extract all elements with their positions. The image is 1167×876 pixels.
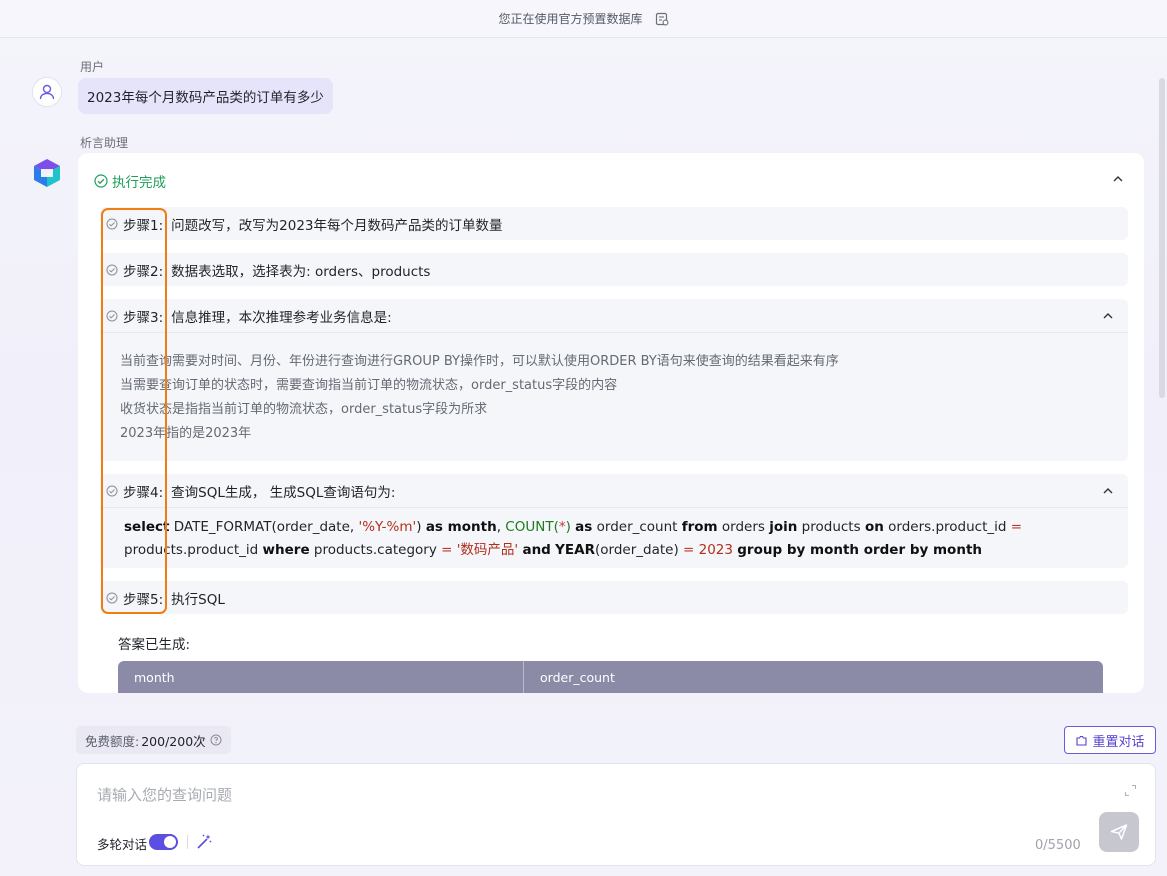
sql-token: orders.product_id xyxy=(883,519,1011,535)
sql-token: join xyxy=(769,519,798,535)
step-1[interactable]: 步骤1: 问题改写，改写为2023年每个月数码产品类的订单数量 xyxy=(100,207,1128,240)
sql-token: '%Y-%m' xyxy=(358,519,417,535)
step-title: 执行SQL xyxy=(171,591,225,608)
db-notice-text: 您正在使用官方预置数据库 xyxy=(498,12,643,26)
reset-conversation-button[interactable]: 重置对话 xyxy=(1064,726,1156,754)
reasoning-line: 收货状态是指指当前订单的物流状态，order_status字段为所求 xyxy=(120,402,488,417)
sql-token: products xyxy=(797,519,865,535)
sql-token: * xyxy=(558,519,566,535)
sql-token: 2023 xyxy=(698,542,733,558)
sql-token: products.category xyxy=(309,542,442,558)
generated-sql: select DATE_FORMAT(order_date, '%Y-%m') … xyxy=(100,507,1128,562)
step-labels-highlight-box xyxy=(101,208,167,614)
toolbar-divider xyxy=(187,835,188,849)
sql-token: from xyxy=(681,519,718,535)
query-input[interactable] xyxy=(97,786,1097,804)
assistant-answer-card: 执行完成 步骤1: 问题改写，改写为2023年每个月数码产品类的订单数量 步骤2… xyxy=(78,153,1144,693)
magic-wand-icon[interactable] xyxy=(195,833,213,851)
sql-token: ) xyxy=(416,519,426,535)
sql-token: (order_date) xyxy=(594,542,683,558)
query-composer: 多轮对话 0/5500 xyxy=(76,763,1156,866)
step-title: 信息推理，本次推理参考业务信息是: xyxy=(171,309,392,326)
user-question-text: 2023年每个月数码产品类的订单有多少 xyxy=(87,90,324,106)
top-notice-bar: 您正在使用官方预置数据库 xyxy=(0,0,1167,38)
assistant-logo-icon xyxy=(33,158,61,188)
step-5[interactable]: 步骤5: 执行SQL xyxy=(100,581,1128,614)
user-message-bubble: 2023年每个月数码产品类的订单有多少 xyxy=(78,78,333,114)
status-text: 执行完成 xyxy=(112,175,166,191)
sql-token: group by month order by month xyxy=(737,542,983,558)
answer-generated-label: 答案已生成: xyxy=(118,637,191,653)
reasoning-line: 当需要查询订单的状态时，需要查询指当前订单的物流状态，order_status字… xyxy=(120,378,618,393)
expand-icon[interactable] xyxy=(1124,784,1137,797)
step-title: 问题改写，改写为2023年每个月数码产品类的订单数量 xyxy=(171,217,503,234)
chat-scrollbar[interactable] xyxy=(1155,38,1167,692)
column-header-order-count[interactable]: order_count xyxy=(524,661,1103,693)
sql-token: = xyxy=(441,542,453,558)
reset-icon xyxy=(1076,735,1088,746)
execution-status: 执行完成 xyxy=(94,171,166,191)
reset-label: 重置对话 xyxy=(1092,734,1145,750)
help-circle-icon[interactable] xyxy=(210,734,222,746)
sql-token: DATE_FORMAT(order_date, xyxy=(169,519,359,535)
chevron-up-icon[interactable] xyxy=(1112,173,1124,185)
multi-turn-toggle[interactable] xyxy=(149,834,178,850)
chevron-up-icon[interactable] xyxy=(1102,310,1114,322)
column-header-month[interactable]: month xyxy=(118,661,524,693)
sql-token: COUNT xyxy=(505,519,554,535)
send-button[interactable] xyxy=(1099,812,1139,852)
assistant-role-label: 析言助理 xyxy=(80,136,129,150)
chevron-up-icon[interactable] xyxy=(1102,485,1114,497)
sql-token: , xyxy=(496,519,506,535)
step-title: 查询SQL生成， 生成SQL查询语句为: xyxy=(171,484,396,501)
step-2[interactable]: 步骤2: 数据表选取，选择表为: orders、products xyxy=(100,253,1128,286)
reasoning-line: 当前查询需要对时间、月份、年份进行查询进行GROUP BY操作时，可以默认使用O… xyxy=(120,354,839,369)
quota-label: 免费额度: xyxy=(85,733,140,749)
sql-token: where xyxy=(262,542,310,558)
step-4[interactable]: 步骤4: 查询SQL生成， 生成SQL查询语句为: select DATE_FO… xyxy=(100,474,1128,568)
result-table-header: month order_count xyxy=(118,661,1103,693)
success-check-icon xyxy=(94,174,108,188)
multi-turn-label: 多轮对话 xyxy=(97,837,148,852)
sql-token: order_count xyxy=(592,519,682,535)
user-avatar-icon xyxy=(32,77,62,107)
toggle-knob xyxy=(164,836,176,848)
database-switch-icon[interactable] xyxy=(655,12,669,26)
sql-token: '数码产品' xyxy=(456,542,519,558)
step-3-details: 当前查询需要对时间、月份、年份进行查询进行GROUP BY操作时，可以默认使用O… xyxy=(100,332,1128,446)
free-quota-badge: 免费额度: 200/200次 xyxy=(76,726,231,754)
sql-token: as xyxy=(575,519,593,535)
reasoning-line: 2023年指的是2023年 xyxy=(120,426,252,441)
step-3[interactable]: 步骤3: 信息推理，本次推理参考业务信息是: 当前查询需要对时间、月份、年份进行… xyxy=(100,299,1128,461)
char-counter: 0/5500 xyxy=(1035,838,1081,853)
sql-token: orders xyxy=(717,519,770,535)
sql-token: YEAR xyxy=(555,542,595,558)
sql-token: = xyxy=(1010,519,1023,535)
scrollbar-thumb[interactable] xyxy=(1159,78,1165,398)
send-icon xyxy=(1110,824,1128,840)
sql-token: as month xyxy=(425,519,497,535)
quota-value: 200/200次 xyxy=(141,733,206,749)
sql-token: and xyxy=(522,542,551,558)
sql-token: on xyxy=(864,519,884,535)
user-role-label: 用户 xyxy=(80,60,105,74)
step-title: 数据表选取，选择表为: orders、products xyxy=(171,263,431,280)
sql-token: = xyxy=(683,542,695,558)
